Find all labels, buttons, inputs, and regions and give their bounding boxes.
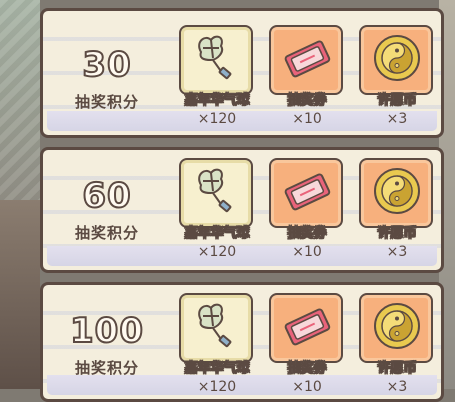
item-name: 抽奖券 — [287, 361, 327, 377]
score-value: 60 — [81, 175, 132, 217]
item-name: 嘉年华气球 — [184, 226, 250, 242]
ticket-icon — [284, 40, 331, 78]
item-name: 嘉年华气球 — [184, 361, 250, 377]
item-name: 许愿币 — [377, 361, 417, 377]
reward-row-100: 100 抽奖积分 嘉年华气球 ×120 抽奖券 ×10 许愿币 ×3 — [40, 282, 444, 402]
reward-row-30: 30 抽奖积分 嘉年华气球 ×120 抽奖券 ×10 许愿币 ×3 — [40, 8, 444, 138]
item-count: ×3 — [386, 379, 408, 395]
score-block: 30 抽奖积分 — [57, 44, 157, 112]
reward-item-coin[interactable]: 许愿币 ×3 — [359, 293, 433, 395]
item-count: ×120 — [197, 111, 237, 127]
item-name: 许愿币 — [377, 93, 417, 109]
ticket-icon — [284, 308, 331, 346]
item-count: ×120 — [197, 244, 237, 260]
coin-icon — [374, 35, 420, 81]
balloon-icon — [198, 168, 232, 213]
item-count: ×3 — [386, 111, 408, 127]
balloon-icon — [198, 35, 232, 80]
reward-item-balloon[interactable]: 嘉年华气球 ×120 — [179, 25, 253, 127]
ticket-icon — [284, 173, 331, 211]
item-name: 抽奖券 — [287, 93, 327, 109]
item-count: ×3 — [386, 244, 408, 260]
reward-item-ticket[interactable]: 抽奖券 ×10 — [269, 158, 343, 260]
item-count: ×10 — [292, 244, 322, 260]
reward-row-60: 60 抽奖积分 嘉年华气球 ×120 抽奖券 ×10 许愿币 ×3 — [40, 147, 444, 273]
item-count: ×120 — [197, 379, 237, 395]
score-label: 抽奖积分 — [74, 224, 139, 242]
item-name: 许愿币 — [377, 226, 417, 242]
background-scene-left — [0, 0, 40, 389]
reward-item-ticket[interactable]: 抽奖券 ×10 — [269, 293, 343, 395]
reward-item-coin[interactable]: 许愿币 ×3 — [359, 158, 433, 260]
score-block: 60 抽奖积分 — [57, 175, 157, 243]
reward-item-balloon[interactable]: 嘉年华气球 ×120 — [179, 293, 253, 395]
item-name: 嘉年华气球 — [184, 93, 250, 109]
coin-icon — [374, 303, 420, 349]
score-label: 抽奖积分 — [74, 93, 139, 111]
score-label: 抽奖积分 — [74, 359, 139, 377]
score-value: 100 — [69, 310, 144, 352]
reward-item-coin[interactable]: 许愿币 ×3 — [359, 25, 433, 127]
score-value: 30 — [81, 44, 132, 86]
score-block: 100 抽奖积分 — [57, 310, 157, 378]
item-name: 抽奖券 — [287, 226, 327, 242]
item-count: ×10 — [292, 379, 322, 395]
item-count: ×10 — [292, 111, 322, 127]
reward-item-ticket[interactable]: 抽奖券 ×10 — [269, 25, 343, 127]
coin-icon — [374, 168, 420, 214]
reward-item-balloon[interactable]: 嘉年华气球 ×120 — [179, 158, 253, 260]
balloon-icon — [198, 303, 232, 348]
